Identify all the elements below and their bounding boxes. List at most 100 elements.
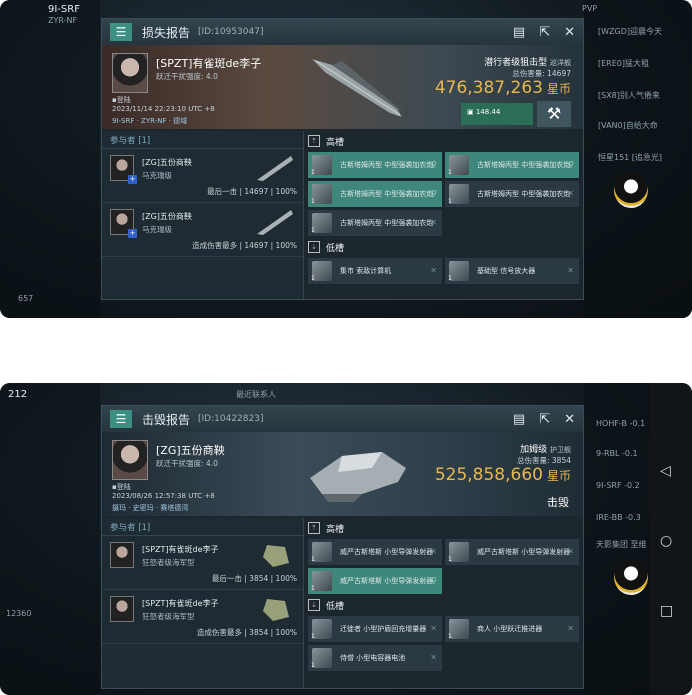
- close-icon[interactable]: ✕: [564, 412, 575, 427]
- left-side-panel: [0, 383, 100, 695]
- low-slot-icon: ⇣: [308, 241, 320, 253]
- kill-status: 击毁: [547, 496, 569, 509]
- cannon-icon: [312, 184, 332, 204]
- attacker-ship: 狂怒者级海军型: [142, 558, 195, 567]
- high-slot-header: ⇡ 高槽: [308, 133, 579, 149]
- kill-location[interactable]: 9I-SRF · ZYR-NF · 德域: [112, 116, 187, 126]
- module-item[interactable]: 1 威严古斯塔斯 小型导弹发射器 ⚲: [308, 568, 442, 594]
- low-slot-icon: ⇣: [308, 599, 320, 611]
- report-id[interactable]: [ID:10422823]: [198, 414, 263, 424]
- report-body: 参与者 [1] [SPZT]有雀斑de李子 狂怒者级海军型 最后一击 | 385…: [102, 518, 583, 688]
- module-item[interactable]: 1 古斯塔姆丙型 中型强袭加农炮 ⚲: [308, 181, 442, 207]
- close-icon[interactable]: ✕: [564, 25, 575, 40]
- report-titlebar: ☰ 损失报告 [ID:10953047] ▤ ⇱ ✕: [102, 19, 583, 45]
- cannon-icon: [312, 155, 332, 175]
- module-item[interactable]: 1 古斯塔姆丙型 中型强袭加农炮 ⚲: [308, 152, 442, 178]
- module-item[interactable]: 1 古斯塔姆丙型 中型强袭加农炮 ✕: [445, 181, 579, 207]
- attacker-name: [SPZT]有雀斑de李子: [142, 599, 219, 608]
- cannon-icon: [312, 213, 332, 233]
- afterburner-icon: [449, 619, 469, 639]
- attacker-avatar[interactable]: [110, 596, 134, 622]
- attackers-header: 参与者 [1]: [102, 518, 303, 536]
- ship-type: 加姆级 护卫舰: [520, 445, 571, 455]
- victim-corp: ▪登陆: [112, 96, 131, 104]
- system-row-2[interactable]: 9-RBL -0.1: [596, 449, 638, 458]
- high-slot-header: ⇡ 高槽: [308, 520, 579, 536]
- victim-portrait[interactable]: [112, 53, 148, 93]
- destroyed-icon: ✕: [430, 624, 437, 633]
- channel-4[interactable]: [VAN0]自给大命: [598, 120, 658, 131]
- clipboard-icon[interactable]: ▤: [513, 25, 525, 40]
- cannon-icon: [449, 184, 469, 204]
- kill-report-screenshot: 212 最近联系人 HOHF-B -0.1 9-RBL -0.1 9I-SRF …: [0, 383, 692, 695]
- report-id[interactable]: [ID:10953047]: [198, 27, 263, 37]
- module-item[interactable]: 1 迁徙者 小型护盾回充增量器 ✕: [308, 616, 442, 642]
- loot-value[interactable]: ▣ 148.44: [461, 103, 533, 125]
- home-icon[interactable]: ○: [660, 533, 672, 549]
- android-nav-bar: ◁ ○ □: [650, 383, 692, 695]
- amplifier-icon: [449, 261, 469, 281]
- module-item[interactable]: 1 集市 索敌计算机 ✕: [308, 258, 442, 284]
- attackers-panel: 参与者 [1] + [ZG]五份商鞅 马克瑞级 最后一击 | 14697 | 1…: [102, 131, 304, 299]
- destroyed-icon: ✕: [567, 547, 574, 556]
- kill-location[interactable]: 摄玛 · 史密玛 · 赛塔德湾: [112, 503, 188, 513]
- fitting-icon[interactable]: ⚒: [537, 101, 571, 127]
- recent-contacts[interactable]: 最近联系人: [236, 389, 276, 400]
- kill-time: 2023/08/26 12:57:38 UTC +8: [112, 492, 215, 500]
- menu-icon[interactable]: ☰: [110, 23, 132, 41]
- ship-image: [312, 59, 402, 117]
- missile-launcher-icon: [312, 571, 332, 591]
- report-title: 损失报告: [142, 25, 191, 40]
- system-row-5[interactable]: 天影集团 至维: [596, 539, 647, 550]
- module-item[interactable]: 1 威严古斯塔斯 小型导弹发射器 ✕: [445, 539, 579, 565]
- destroyed-icon: ✕: [430, 218, 437, 227]
- attacker-ship: 马克瑞级: [142, 171, 172, 180]
- module-item[interactable]: 1 商人 小型跃迁推进器 ✕: [445, 616, 579, 642]
- system-row-3[interactable]: 9I-SRF -0.2: [596, 481, 640, 490]
- attacker-name: [ZG]五份商鞅: [142, 212, 192, 221]
- system-row-1[interactable]: HOHF-B -0.1: [596, 419, 645, 428]
- high-slot-icon: ⇡: [308, 522, 320, 534]
- high-slot-icon: ⇡: [308, 135, 320, 147]
- attacker-stat: 最后一击 | 14697 | 100%: [207, 187, 297, 196]
- attacker-row[interactable]: [SPZT]有雀斑de李子 狂怒者级海军型 造成伤害最多 | 3854 | 10…: [102, 590, 303, 644]
- channel-2[interactable]: [ERE0]猛大租: [598, 58, 649, 69]
- local-count[interactable]: 212: [8, 389, 27, 400]
- channel-5[interactable]: 恒星151 [追急光]: [598, 152, 662, 163]
- fitting-panel: ⇡ 高槽 1 古斯塔姆丙型 中型强袭加农炮 ⚲ 1 古斯塔姆丙型 中型强袭加农炮 ⚲ 1古…: [304, 131, 583, 299]
- ship-type: 潜行者级狙击型 巡洋舰: [484, 58, 571, 68]
- share-icon[interactable]: ⇱: [539, 412, 550, 427]
- menu-icon[interactable]: ☰: [110, 410, 132, 428]
- module-item[interactable]: 1 基础型 信号放大器 ✕: [445, 258, 579, 284]
- victim-name[interactable]: [SPZT]有雀斑de李子: [156, 55, 261, 71]
- plus-icon: +: [128, 175, 137, 184]
- module-item[interactable]: 1 威严古斯塔斯 小型导弹发射器 ✕: [308, 539, 442, 565]
- recents-icon[interactable]: □: [660, 603, 673, 619]
- attacker-ship-icon: [263, 599, 289, 621]
- module-item[interactable]: 1 古斯塔姆丙型 中型强袭加农炮 ✕: [308, 210, 442, 236]
- victim-standing: 跃迁干扰强度: 4.0: [156, 72, 218, 81]
- attacker-stat: 造成伤害最多 | 14697 | 100%: [192, 241, 297, 250]
- destroyed-icon: ✕: [567, 266, 574, 275]
- share-icon[interactable]: ⇱: [539, 25, 550, 40]
- missile-launcher-icon: [312, 542, 332, 562]
- channel-3[interactable]: [SX8]别人气倦来: [598, 90, 660, 101]
- attacker-avatar[interactable]: [110, 542, 134, 568]
- clipboard-icon[interactable]: ▤: [513, 412, 525, 427]
- attacker-ship-icon: [263, 545, 289, 567]
- qq-penguin-icon[interactable]: [614, 172, 648, 208]
- destroyed-icon: ✕: [567, 624, 574, 633]
- attacker-row[interactable]: + [ZG]五份商鞅 马克瑞级 最后一击 | 14697 | 100%: [102, 149, 303, 203]
- victim-corp: ▪登陆: [112, 483, 131, 491]
- attacker-row[interactable]: + [ZG]五份商鞅 马克瑞级 造成伤害最多 | 14697 | 100%: [102, 203, 303, 257]
- module-item[interactable]: 1 古斯塔姆丙型 中型强袭加农炮 ⚲: [445, 152, 579, 178]
- report-window: ☰ 击毁报告 [ID:10422823] ▤ ⇱ ✕ [ZG]五份商鞅 跃迁干扰…: [101, 405, 584, 689]
- victim-name[interactable]: [ZG]五份商鞅: [156, 442, 225, 458]
- qq-penguin-icon[interactable]: [614, 559, 648, 595]
- channel-1[interactable]: [WZGD]迎晨今天: [598, 26, 662, 37]
- module-item[interactable]: 1 侍僧 小型电容器电池 ✕: [308, 645, 442, 671]
- back-icon[interactable]: ◁: [660, 463, 671, 479]
- system-row-4[interactable]: IRE-BB -0.3: [596, 513, 641, 522]
- attacker-row[interactable]: [SPZT]有雀斑de李子 狂怒者级海军型 最后一击 | 3854 | 100%: [102, 536, 303, 590]
- victim-portrait[interactable]: [112, 440, 148, 480]
